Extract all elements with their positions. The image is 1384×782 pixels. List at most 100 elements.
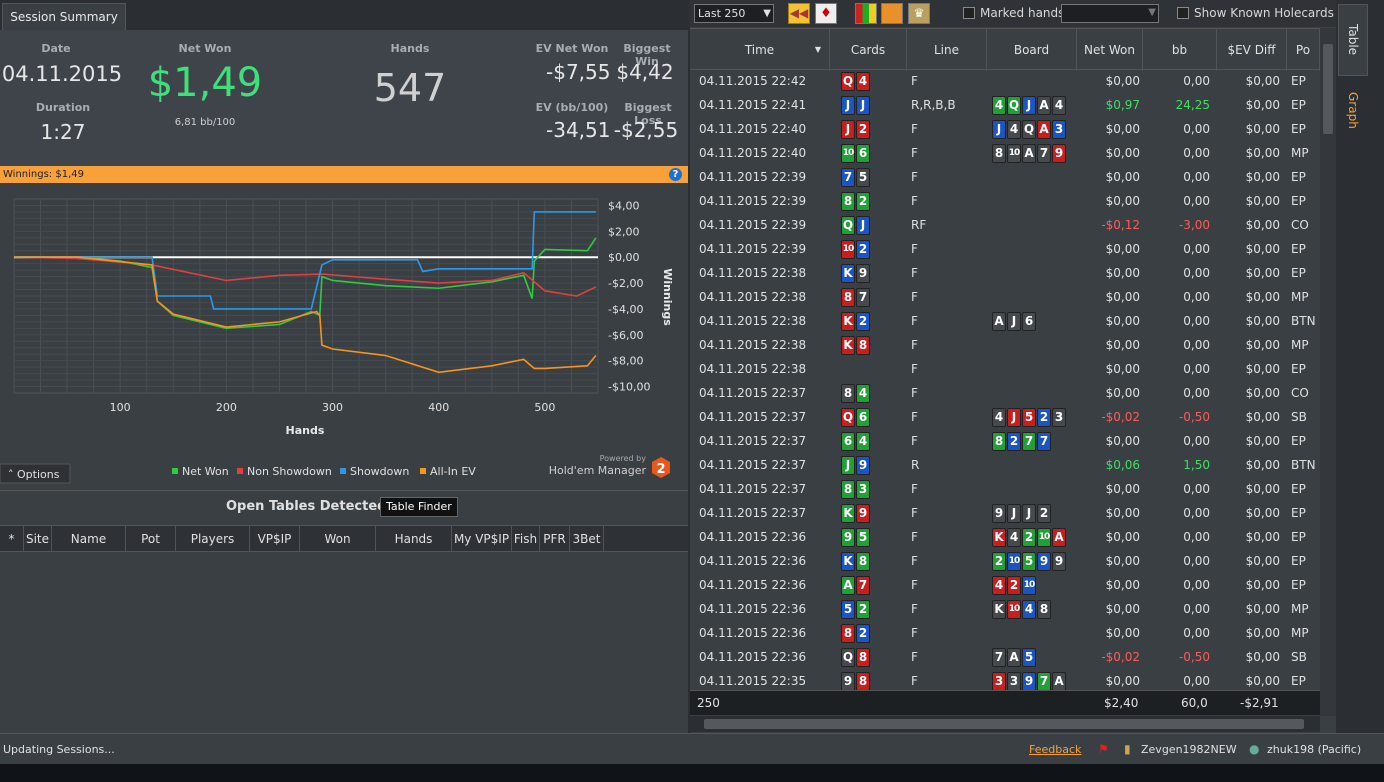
open-tables-col-header[interactable]: Site <box>24 526 52 551</box>
marked-hands-dropdown[interactable]: ▼ <box>1061 4 1159 23</box>
scroll-thumb[interactable] <box>704 719 1304 729</box>
filter-dropdown[interactable]: Last 250 ▼ <box>694 4 774 23</box>
hand-line: F <box>911 602 918 616</box>
tab-graph[interactable]: Graph <box>1338 80 1368 140</box>
hand-row[interactable]: 04.11.2015 22:37 J 9 R $0,06 1,50 $0,00 BTN <box>690 454 1320 478</box>
ev-diff-cell: $0,00 <box>1245 314 1280 328</box>
table-finder-button[interactable]: Table Finder <box>380 497 458 517</box>
hand-row[interactable]: 04.11.2015 22:38 8 7 F $0,00 0,00 $0,00 MP <box>690 286 1320 310</box>
hand-row[interactable]: 04.11.2015 22:38 K 8 F $0,00 0,00 $0,00 MP <box>690 334 1320 358</box>
col-header-po[interactable]: Po <box>1287 29 1320 71</box>
hand-row[interactable]: 04.11.2015 22:38 F $0,00 0,00 $0,00 EP <box>690 358 1320 382</box>
hand-row[interactable]: 04.11.2015 22:36 9 5 F K 4 2 10 A $0,00 0,00 $0,00 E… <box>690 526 1320 550</box>
hole-cards: J9 <box>841 456 870 475</box>
hand-row[interactable]: 04.11.2015 22:36 A 7 F 4 2 10 $0,00 0,00 $0,00 EP <box>690 574 1320 598</box>
hand-row[interactable]: 04.11.2015 22:36 5 2 F K 10 4 8 $0,00 0,00 $0,00 MP <box>690 598 1320 622</box>
hand-row[interactable]: 04.11.2015 22:41 J J R,R,B,B 4 Q J A 4 $0,97 24,25… <box>690 94 1320 118</box>
col-header-net-won[interactable]: Net Won <box>1077 29 1143 71</box>
hand-row[interactable]: 04.11.2015 22:39 7 5 F $0,00 0,00 $0,00 EP <box>690 166 1320 190</box>
show-known-checkbox[interactable] <box>1177 7 1189 19</box>
open-tables-col-header[interactable]: Players <box>176 526 250 551</box>
marked-hands-checkbox[interactable] <box>963 7 975 19</box>
playing-card: 10 <box>1007 600 1021 619</box>
hand-row[interactable]: 04.11.2015 22:39 10 2 F $0,00 0,00 $0,00 EP <box>690 238 1320 262</box>
col-header-time[interactable]: Time ▼ <box>690 29 830 71</box>
hands-grid-header: Time ▼ Cards Line Board Net Won bb $EV Diff Po <box>690 28 1336 71</box>
replay-icon[interactable]: ♦ <box>815 3 837 24</box>
col-header-board[interactable]: Board <box>987 29 1077 71</box>
net-won-cell: -$0,02 <box>1101 410 1140 424</box>
open-tables-col-header[interactable]: Hands <box>376 526 452 551</box>
hand-line: F <box>911 410 918 424</box>
playing-card: K <box>841 552 855 571</box>
hand-row[interactable]: 04.11.2015 22:36 8 2 F $0,00 0,00 $0,00 MP <box>690 622 1320 646</box>
hand-row[interactable]: 04.11.2015 22:38 K 2 F A J 6 $0,00 0,00 $0,00 BTN <box>690 310 1320 334</box>
ev-diff-cell: $0,00 <box>1245 338 1280 352</box>
col-header--ev-diff[interactable]: $EV Diff <box>1217 29 1287 71</box>
hand-row[interactable]: 04.11.2015 22:40 10 6 F 8 10 A 7 9 $0,00 0,00 $0,00… <box>690 142 1320 166</box>
hand-row[interactable]: 04.11.2015 22:39 Q J RF -$0,12 -3,00 $0,00 CO <box>690 214 1320 238</box>
color-grid-icon[interactable] <box>855 3 877 24</box>
col-header-cards[interactable]: Cards <box>830 29 907 71</box>
trophy-icon[interactable]: ♛ <box>908 3 930 24</box>
playing-card: J <box>992 120 1006 139</box>
open-tables-col-header[interactable]: Name <box>52 526 126 551</box>
date-label: Date <box>41 42 71 55</box>
hand-row[interactable]: 04.11.2015 22:37 K 9 F 9 J J 2 $0,00 0,00 $0,00 EP <box>690 502 1320 526</box>
hand-row[interactable]: 04.11.2015 22:40 J 2 F J 4 Q A 3 $0,00 0,00 $0,00 EP <box>690 118 1320 142</box>
ev-diff-cell: $0,00 <box>1245 242 1280 256</box>
open-tables-col-header[interactable]: 3Bet <box>570 526 604 551</box>
ev-diff-cell: $0,00 <box>1245 434 1280 448</box>
account-secondary[interactable]: zhuk198 (Pacific) <box>1267 743 1361 756</box>
bb-cell: 0,00 <box>1183 506 1210 520</box>
playing-card: 10 <box>1022 576 1036 595</box>
horizontal-scrollbar[interactable] <box>690 716 1320 732</box>
playing-card: 9 <box>1052 144 1066 163</box>
tab-session-summary[interactable]: Session Summary <box>2 3 126 30</box>
hand-time: 04.11.2015 22:36 <box>699 602 807 616</box>
tab-table[interactable]: Table <box>1338 4 1368 76</box>
scroll-thumb[interactable] <box>1323 44 1333 134</box>
help-icon[interactable]: ? <box>669 168 682 181</box>
playing-card: 8 <box>1037 600 1051 619</box>
hand-row[interactable]: 04.11.2015 22:42 Q 4 F $0,00 0,00 $0,00 EP <box>690 70 1320 94</box>
open-tables-col-header[interactable]: My VP$IP <box>452 526 512 551</box>
playing-card: 2 <box>992 552 1006 571</box>
hand-line: F <box>911 338 918 352</box>
duration-label: Duration <box>35 101 91 114</box>
open-tables-col-header[interactable]: Pot <box>126 526 176 551</box>
hand-row[interactable]: 04.11.2015 22:36 K 8 F 2 10 5 9 9 $0,00 0,00 $0,00 E… <box>690 550 1320 574</box>
hand-row[interactable]: 04.11.2015 22:37 8 3 F $0,00 0,00 $0,00 EP <box>690 478 1320 502</box>
hand-line: F <box>911 362 918 376</box>
x-tick-label: 300 <box>322 401 343 414</box>
open-tables-col-header[interactable]: Won <box>300 526 376 551</box>
feedback-link[interactable]: Feedback <box>1029 743 1081 756</box>
vertical-scrollbar[interactable] <box>1320 28 1336 716</box>
hand-row[interactable]: 04.11.2015 22:37 Q 6 F 4 J 5 2 3 -$0,02 -0,50 $0,00… <box>690 406 1320 430</box>
hand-row[interactable]: 04.11.2015 22:38 K 9 F $0,00 0,00 $0,00 EP <box>690 262 1320 286</box>
hole-cards: K8 <box>841 552 870 571</box>
hand-row[interactable]: 04.11.2015 22:37 8 4 F $0,00 0,00 $0,00 CO <box>690 382 1320 406</box>
playing-card: K <box>841 504 855 523</box>
hand-row[interactable]: 04.11.2015 22:39 8 2 F $0,00 0,00 $0,00 EP <box>690 190 1320 214</box>
open-tables-col-header[interactable]: VP$IP <box>250 526 300 551</box>
board-cards: 4QJA4 <box>992 96 1066 115</box>
playing-card: 5 <box>1022 408 1036 427</box>
hand-line: F <box>911 74 918 88</box>
col-header-bb[interactable]: bb <box>1143 29 1217 71</box>
y-tick-label: $4,00 <box>608 199 640 212</box>
open-tables-col-header[interactable]: PFR <box>540 526 570 551</box>
rewind-icon[interactable]: ◀◀ <box>788 3 810 24</box>
bar-chart-icon[interactable] <box>881 3 903 24</box>
hole-cards: K8 <box>841 336 870 355</box>
net-won-cell: $0,97 <box>1105 98 1140 112</box>
open-tables-col-header[interactable]: Fish <box>512 526 540 551</box>
hand-row[interactable]: 04.11.2015 22:36 Q 8 F 7 A 5 -$0,02 -0,50 $0,00 SB <box>690 646 1320 670</box>
playing-card: 3 <box>992 672 1006 690</box>
col-header-line[interactable]: Line <box>907 29 987 71</box>
open-tables-col-header[interactable]: * <box>0 526 24 551</box>
hand-row[interactable]: 04.11.2015 22:37 6 4 F 8 2 7 7 $0,00 0,00 $0,00 EP <box>690 430 1320 454</box>
account-primary[interactable]: Zevgen1982NEW <box>1141 743 1237 756</box>
hole-cards: K9 <box>841 504 870 523</box>
hand-row[interactable]: 04.11.2015 22:35 9 8 F 3 3 9 7 A $0,00 0,00 $0,00 EP <box>690 670 1320 690</box>
